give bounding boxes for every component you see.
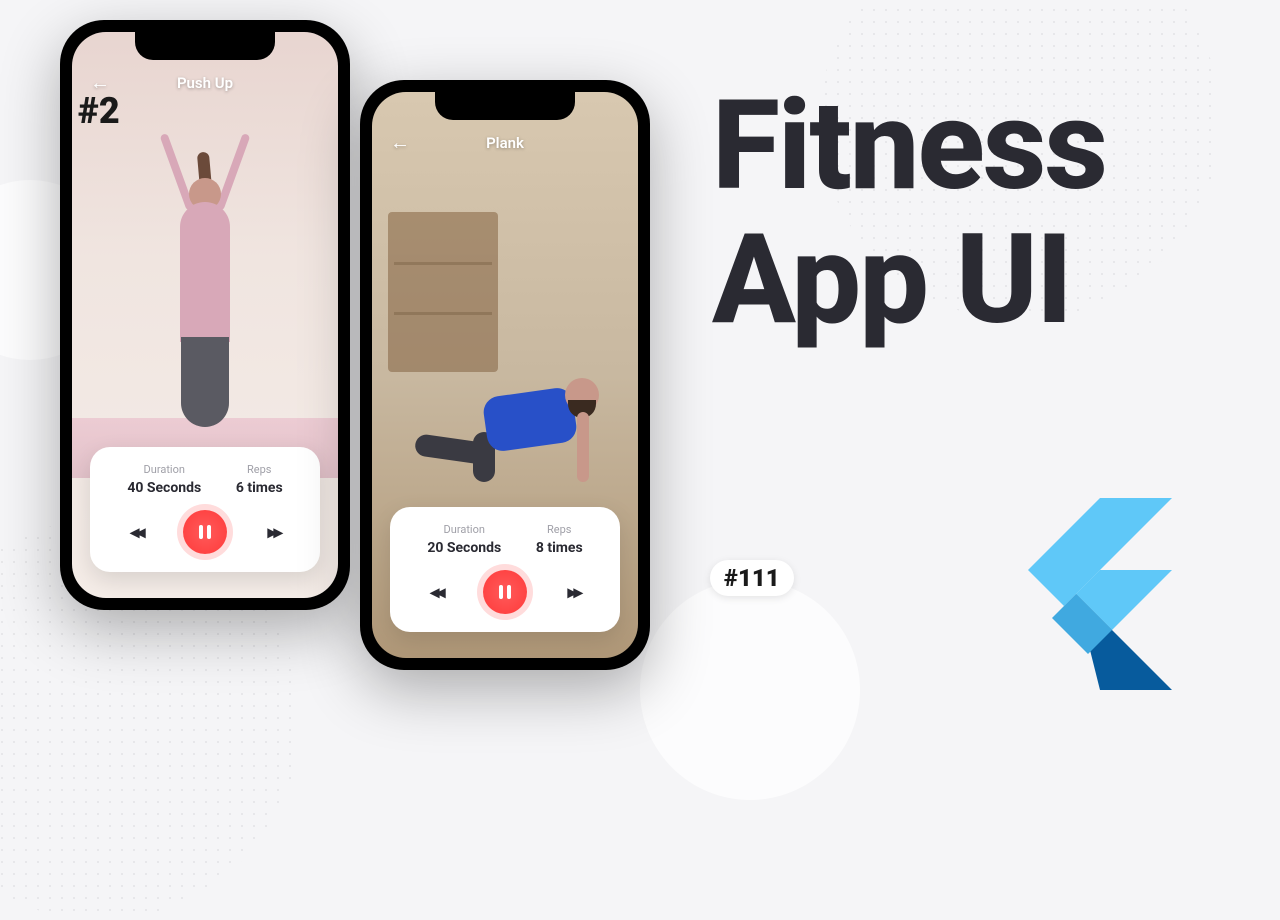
reps-value: 6 times xyxy=(236,480,283,496)
exercise-figure-squat xyxy=(135,142,275,422)
phone-mockup-2: ← Plank Duration 20 Seconds Reps 8 times… xyxy=(360,80,650,670)
room-shelf xyxy=(388,212,498,372)
headline-line1: Fitness xyxy=(712,80,1106,214)
headline-line2: App UI xyxy=(712,214,1106,348)
phone-notch xyxy=(135,32,275,60)
video-number-badge: #111 xyxy=(710,560,794,596)
stats-row: Duration 40 Seconds Reps 6 times xyxy=(110,463,300,496)
reps-stat: Reps 8 times xyxy=(536,523,583,556)
screen-title: Plank xyxy=(390,134,620,152)
phone-notch xyxy=(435,92,575,120)
bg-blob-right xyxy=(640,580,860,800)
reps-label: Reps xyxy=(236,463,283,476)
app-topbar: ← Plank xyxy=(372,130,638,155)
flutter-logo-icon xyxy=(980,450,1220,690)
pause-button[interactable] xyxy=(183,510,227,554)
pause-icon xyxy=(199,525,211,539)
pause-icon xyxy=(499,585,511,599)
thumbnail-headline: Fitness App UI xyxy=(712,80,1106,348)
playback-controls: ◂◂ ▸▸ xyxy=(410,570,600,614)
duration-stat: Duration 20 Seconds xyxy=(427,523,501,556)
phone-screen-2: ← Plank Duration 20 Seconds Reps 8 times… xyxy=(372,92,638,658)
reps-label: Reps xyxy=(536,523,583,536)
exercise-figure-plank xyxy=(395,372,615,512)
stats-row: Duration 20 Seconds Reps 8 times xyxy=(410,523,600,556)
duration-label: Duration xyxy=(427,523,501,536)
exercise-control-card: Duration 20 Seconds Reps 8 times ◂◂ ▸▸ xyxy=(390,507,620,632)
forward-icon[interactable]: ▸▸ xyxy=(268,522,280,543)
reps-stat: Reps 6 times xyxy=(236,463,283,496)
duration-stat: Duration 40 Seconds xyxy=(127,463,201,496)
screen-title: Push Up xyxy=(90,74,320,92)
exercise-control-card: Duration 40 Seconds Reps 6 times ◂◂ ▸▸ xyxy=(90,447,320,572)
pause-button[interactable] xyxy=(483,570,527,614)
reps-value: 8 times xyxy=(536,540,583,556)
forward-icon[interactable]: ▸▸ xyxy=(568,582,580,603)
episode-badge: #2 xyxy=(78,90,120,132)
rewind-icon[interactable]: ◂◂ xyxy=(430,582,442,603)
rewind-icon[interactable]: ◂◂ xyxy=(130,522,142,543)
duration-value: 40 Seconds xyxy=(127,480,201,496)
duration-label: Duration xyxy=(127,463,201,476)
playback-controls: ◂◂ ▸▸ xyxy=(110,510,300,554)
duration-value: 20 Seconds xyxy=(427,540,501,556)
